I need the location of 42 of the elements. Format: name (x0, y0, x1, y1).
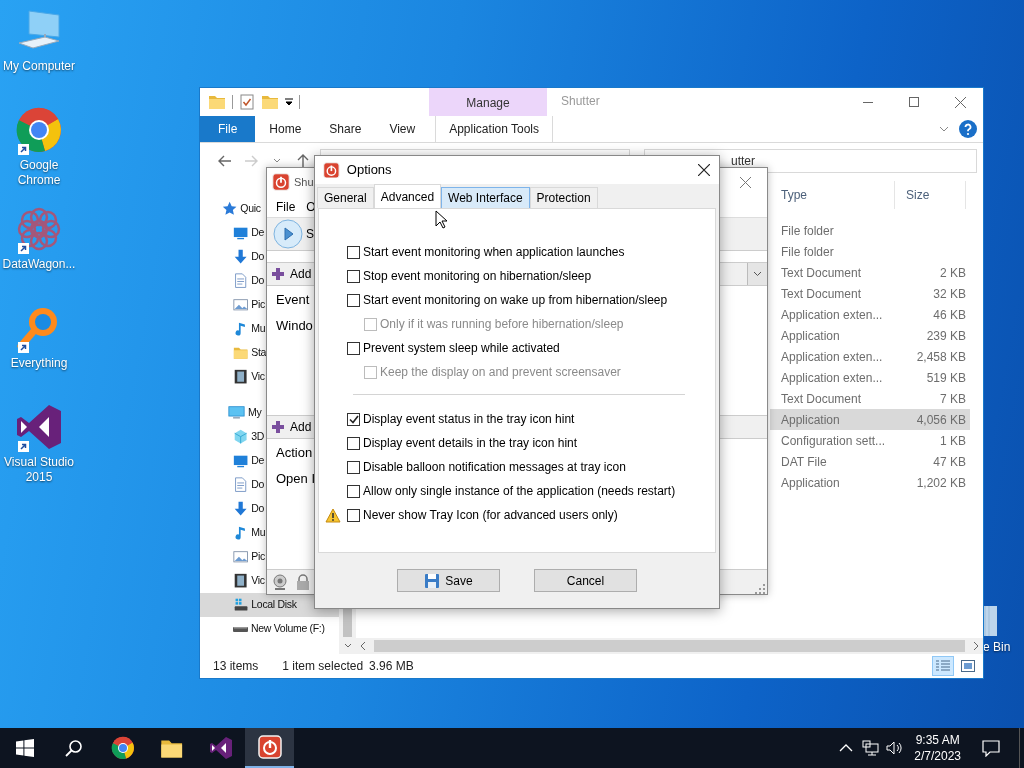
table-cell-text: 7 KB (939, 390, 966, 408)
checkbox-label: Start event monitoring when application launches (363, 244, 625, 261)
table-cell-text: 47 KB (932, 453, 966, 471)
ribbon-context-header: Manage (429, 88, 547, 116)
table-cell-text: 32 KB (932, 285, 966, 303)
table-cell-text: Text Document (780, 264, 863, 282)
table-cell-text: Application (780, 411, 841, 429)
table-cell-text: 46 KB (932, 306, 966, 324)
table-cell-text: 2 KB (939, 264, 966, 282)
status-text: 3.96 MB (369, 658, 414, 675)
table-cell-text: 1 KB (939, 432, 966, 450)
table-cell-text: 239 KB (925, 327, 966, 345)
status-text: 13 items (213, 658, 259, 675)
table-cell-text: Application exten... (780, 348, 884, 366)
checkbox-label: Display event details in the tray icon hint (363, 435, 578, 452)
table-cell-text: File folder (780, 243, 835, 261)
status-text: 1 item selected (282, 658, 364, 675)
checkbox-label: Stop event monitoring on hibernation/sleep (363, 268, 592, 285)
checkbox-label: Display event status in the tray icon hint (363, 411, 575, 428)
dialog-title: Options (346, 161, 392, 180)
table-cell-text: Text Document (780, 285, 863, 303)
table-cell-text: File folder (780, 222, 835, 240)
table-cell-text: Configuration sett... (780, 432, 887, 450)
table-cell-text: Application (780, 474, 841, 492)
checkbox-label: Prevent system sleep while activated (363, 340, 560, 357)
checkbox-label: Start event monitoring on wake up from hibernation/sleep (363, 292, 668, 309)
table-cell-text: DAT File (780, 453, 828, 471)
table-cell-text: 519 KB (925, 369, 966, 387)
checkbox-label: Allow only single instance of the application (needs restart) (363, 483, 676, 500)
table-cell-text: 4,056 KB (915, 411, 966, 429)
table-cell-text: Application (780, 327, 841, 345)
checkbox-label: Disable balloon notification messages at tray icon (363, 459, 626, 476)
checkbox-label: Never show Tray Icon (for advanced users only) (363, 507, 618, 524)
table-cell-text: 1,202 KB (915, 474, 966, 492)
checkbox-label: Keep the display on and prevent screensaver (380, 364, 621, 381)
table-cell-text: Application exten... (780, 369, 884, 387)
table-cell-text: Application exten... (780, 306, 884, 324)
window-title: Shu (294, 174, 314, 190)
window-title: Shutter (561, 93, 600, 110)
checkbox-label: Only if it was running before hibernation/sleep (380, 316, 624, 333)
table-cell-text: Text Document (780, 390, 863, 408)
table-cell-text: 2,458 KB (915, 348, 966, 366)
